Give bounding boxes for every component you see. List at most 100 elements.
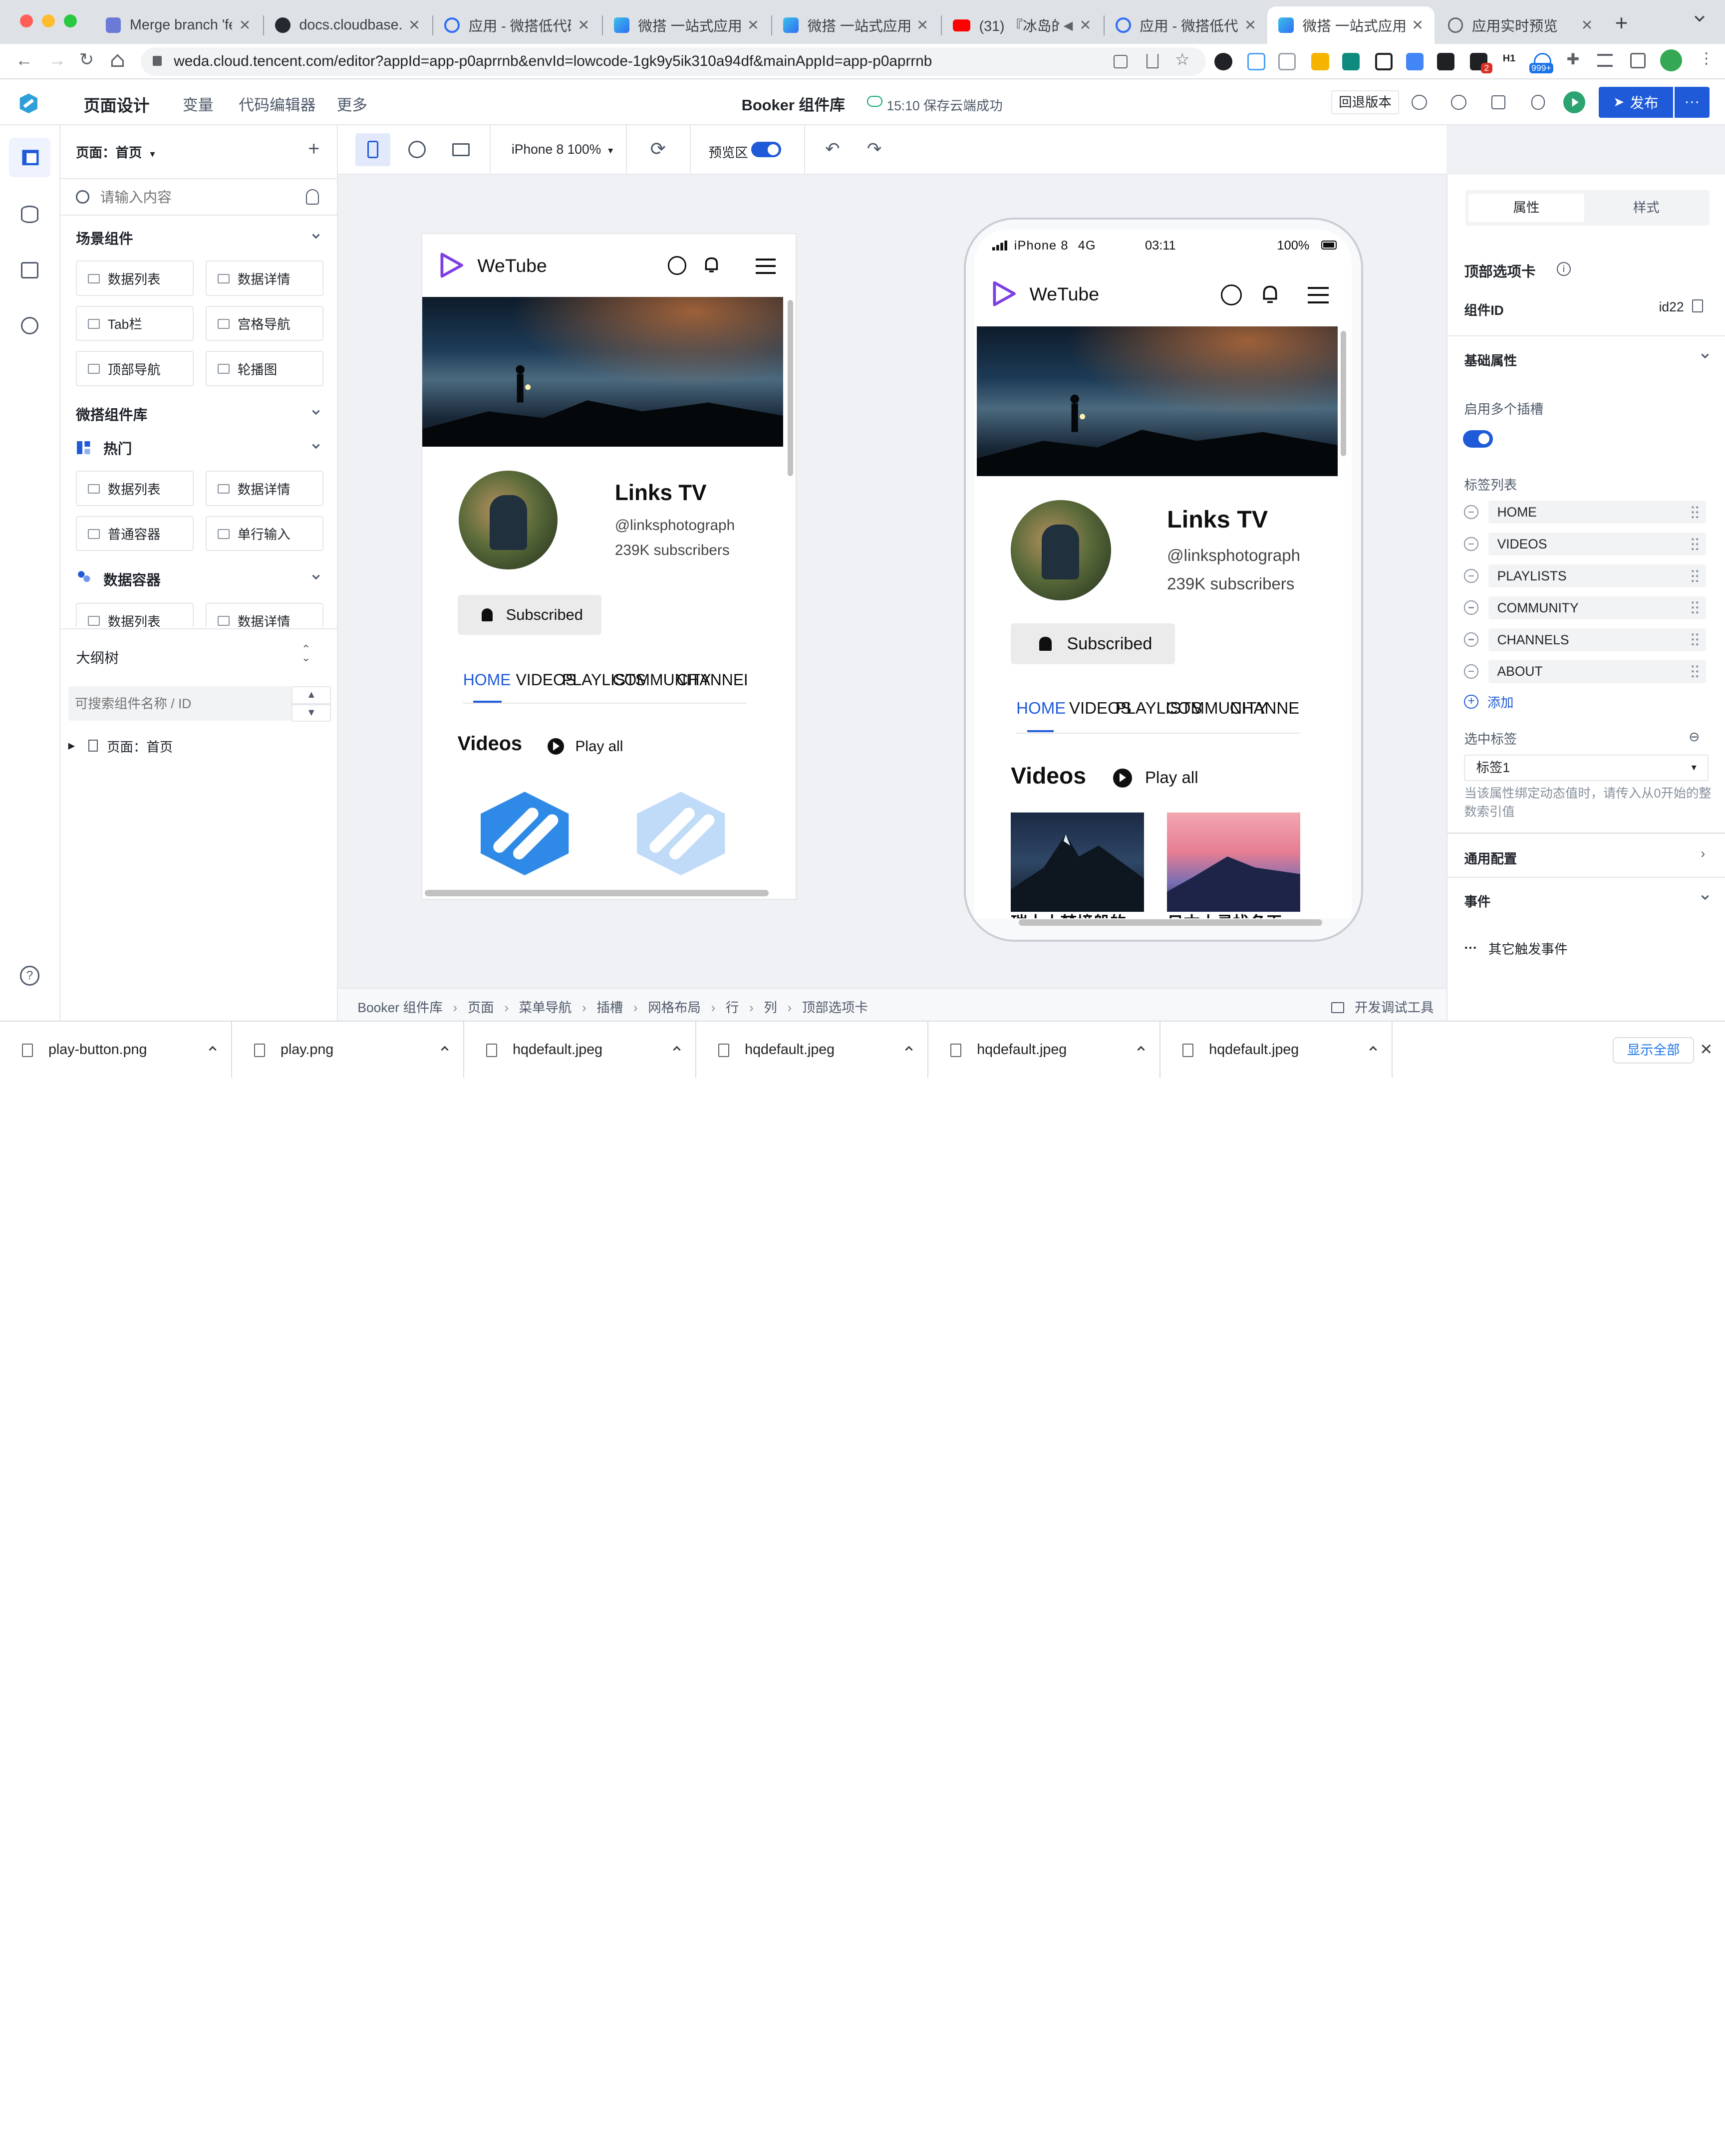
tab-home[interactable]: HOME [1016,699,1066,718]
refresh-icon[interactable]: ⟳ [650,138,666,160]
maximize-window-button[interactable] [63,14,77,28]
help-icon[interactable] [1408,91,1430,113]
chevron-up-icon[interactable] [1368,1043,1379,1054]
debug-icon[interactable] [1527,91,1549,113]
mobile-view-button[interactable] [355,133,391,166]
close-tab-icon[interactable]: ✕ [1581,16,1593,34]
help-circle-icon[interactable]: ? [19,966,40,986]
component-data-detail[interactable]: 数据详情 [206,261,323,296]
browser-tab-active[interactable]: 微搭 一站式应用研 ✕ [1267,6,1435,44]
tag-input[interactable]: HOME [1488,500,1707,524]
browser-tab[interactable]: docs.cloudbase.ne ✕ [264,6,431,44]
edit-preview-frame[interactable]: WeTube Links TV @linksphotograph 239K su… [421,233,797,900]
subscribed-button[interactable]: Subscribed [457,595,602,635]
close-tab-icon[interactable]: ✕ [1412,16,1424,34]
tag-input[interactable]: CHANNELS [1488,628,1707,651]
channel-tabs[interactable]: HOME VIDEOS PLAYLISTS COMMUNITY CHANNELS [1016,699,1300,734]
undo-icon[interactable]: ↶ [825,139,840,159]
chevron-up-icon[interactable] [671,1043,682,1054]
component-carousel[interactable]: 轮播图 [206,351,323,386]
drag-handle-icon[interactable] [1691,505,1700,520]
component-data-detail[interactable]: 数据详情 [206,471,323,506]
image-icon[interactable] [20,262,39,278]
outline-next-button[interactable]: ▼ [291,704,331,722]
close-tab-icon[interactable]: ✕ [1244,16,1256,34]
drag-handle-icon[interactable] [1691,569,1700,583]
chevron-up-icon[interactable] [903,1043,914,1054]
database-icon[interactable] [20,206,39,224]
extension-icon[interactable] [1214,52,1232,71]
devtools-button[interactable]: 开发调试工具 [1331,997,1434,1016]
remove-tag-icon[interactable] [1464,568,1479,583]
video-thumbnail[interactable] [1011,812,1144,912]
video-thumbnail-placeholder[interactable] [475,790,574,877]
phone-screen[interactable]: iPhone 8 4G 03:11 100% WeTube Links TV @… [974,230,1352,918]
new-tab-icon[interactable]: + [1615,11,1628,36]
plugin-icon[interactable] [20,316,39,335]
breadcrumb-item[interactable]: 行 [726,1000,739,1015]
back-icon[interactable]: ← [15,50,33,70]
tag-input[interactable]: VIDEOS [1488,532,1707,556]
channel-tabs[interactable]: HOME VIDEOS PLAYLISTS COMMUNITY CHANNELS [463,671,747,704]
browser-tab[interactable]: 应用实时预览 ✕ [1437,6,1604,44]
page-selector[interactable]: 页面：首页 ▾ [76,142,155,161]
menu-more[interactable]: 更多 [336,92,367,115]
close-shelf-icon[interactable]: ✕ [1700,1041,1713,1059]
tab-search-icon[interactable] [1694,13,1705,24]
miniprogram-view-icon[interactable] [408,141,426,159]
profile-avatar[interactable] [1660,49,1683,72]
component-text-input[interactable]: 单行输入 [206,516,323,551]
component-data-list[interactable]: 数据列表 [76,261,194,296]
download-item[interactable]: hqdefault.jpeg [696,1022,929,1078]
bell-icon[interactable] [1262,284,1278,304]
tab-styles[interactable]: 样式 [1588,194,1704,222]
publish-button[interactable]: ➤ 发布 [1598,87,1674,118]
tag-input[interactable]: COMMUNITY [1488,596,1707,619]
horizontal-scrollbar[interactable] [424,889,769,897]
browser-tab[interactable]: (31) 『冰岛的 ◀ ✕ [942,6,1103,44]
browser-tab[interactable]: 应用 - 微搭低代码 ✕ [433,6,600,44]
share-icon[interactable] [1146,53,1158,68]
component-data-list[interactable]: 数据列表 [76,602,194,627]
close-window-button[interactable] [19,14,33,28]
redo-icon[interactable]: ↷ [867,139,882,159]
menu-code-editor[interactable]: 代码编辑器 [239,92,315,115]
extension-icon[interactable] [1406,52,1424,71]
forward-icon[interactable]: → [48,50,66,70]
chevron-down-icon[interactable] [1700,892,1711,903]
multi-slot-toggle[interactable] [1463,430,1493,448]
phone-scrollbar[interactable] [1341,330,1347,457]
hot-section-title[interactable]: 热门 [103,438,132,458]
play-all-button[interactable]: Play all [548,738,623,755]
component-tab-bar[interactable]: Tab栏 [76,305,194,341]
drag-handle-icon[interactable] [1691,537,1700,551]
component-grid-nav[interactable]: 宫格导航 [206,305,323,341]
tab-home[interactable]: HOME [463,671,511,689]
puzzle-icon[interactable]: ✚ [1567,50,1580,68]
search-input[interactable] [100,188,288,208]
publish-more-button[interactable]: ··· [1674,87,1710,118]
close-tab-icon[interactable]: ✕ [239,16,251,34]
remove-tag-icon[interactable] [1464,632,1479,647]
close-tab-icon[interactable]: ✕ [577,16,589,34]
hamburger-icon[interactable] [1308,286,1329,303]
chevron-up-icon[interactable] [1136,1043,1147,1054]
more-menu-icon[interactable]: ⋮ [1699,49,1714,67]
phone-horizontal-scrollbar[interactable] [1018,919,1322,926]
chevron-down-icon[interactable] [310,231,321,242]
chevron-down-icon[interactable] [310,572,321,583]
speaker-icon[interactable]: ◀ [1064,18,1073,33]
desktop-view-icon[interactable] [452,143,470,156]
home-icon[interactable] [110,53,125,68]
show-all-downloads-button[interactable]: 显示全部 [1613,1037,1694,1064]
user-filter-icon[interactable] [305,189,319,205]
preview-scrollbar[interactable] [787,300,793,477]
extension-icon[interactable] [1437,52,1454,71]
copy-icon[interactable] [1692,299,1703,312]
basic-props-title[interactable]: 基础属性 [1464,350,1517,369]
close-tab-icon[interactable]: ✕ [1079,16,1091,34]
breadcrumb-item[interactable]: 插槽 [596,1000,623,1015]
extension-icon[interactable] [1247,52,1265,71]
info-icon[interactable]: i [1556,262,1571,276]
breadcrumb-item[interactable]: 页面 [468,1000,494,1015]
